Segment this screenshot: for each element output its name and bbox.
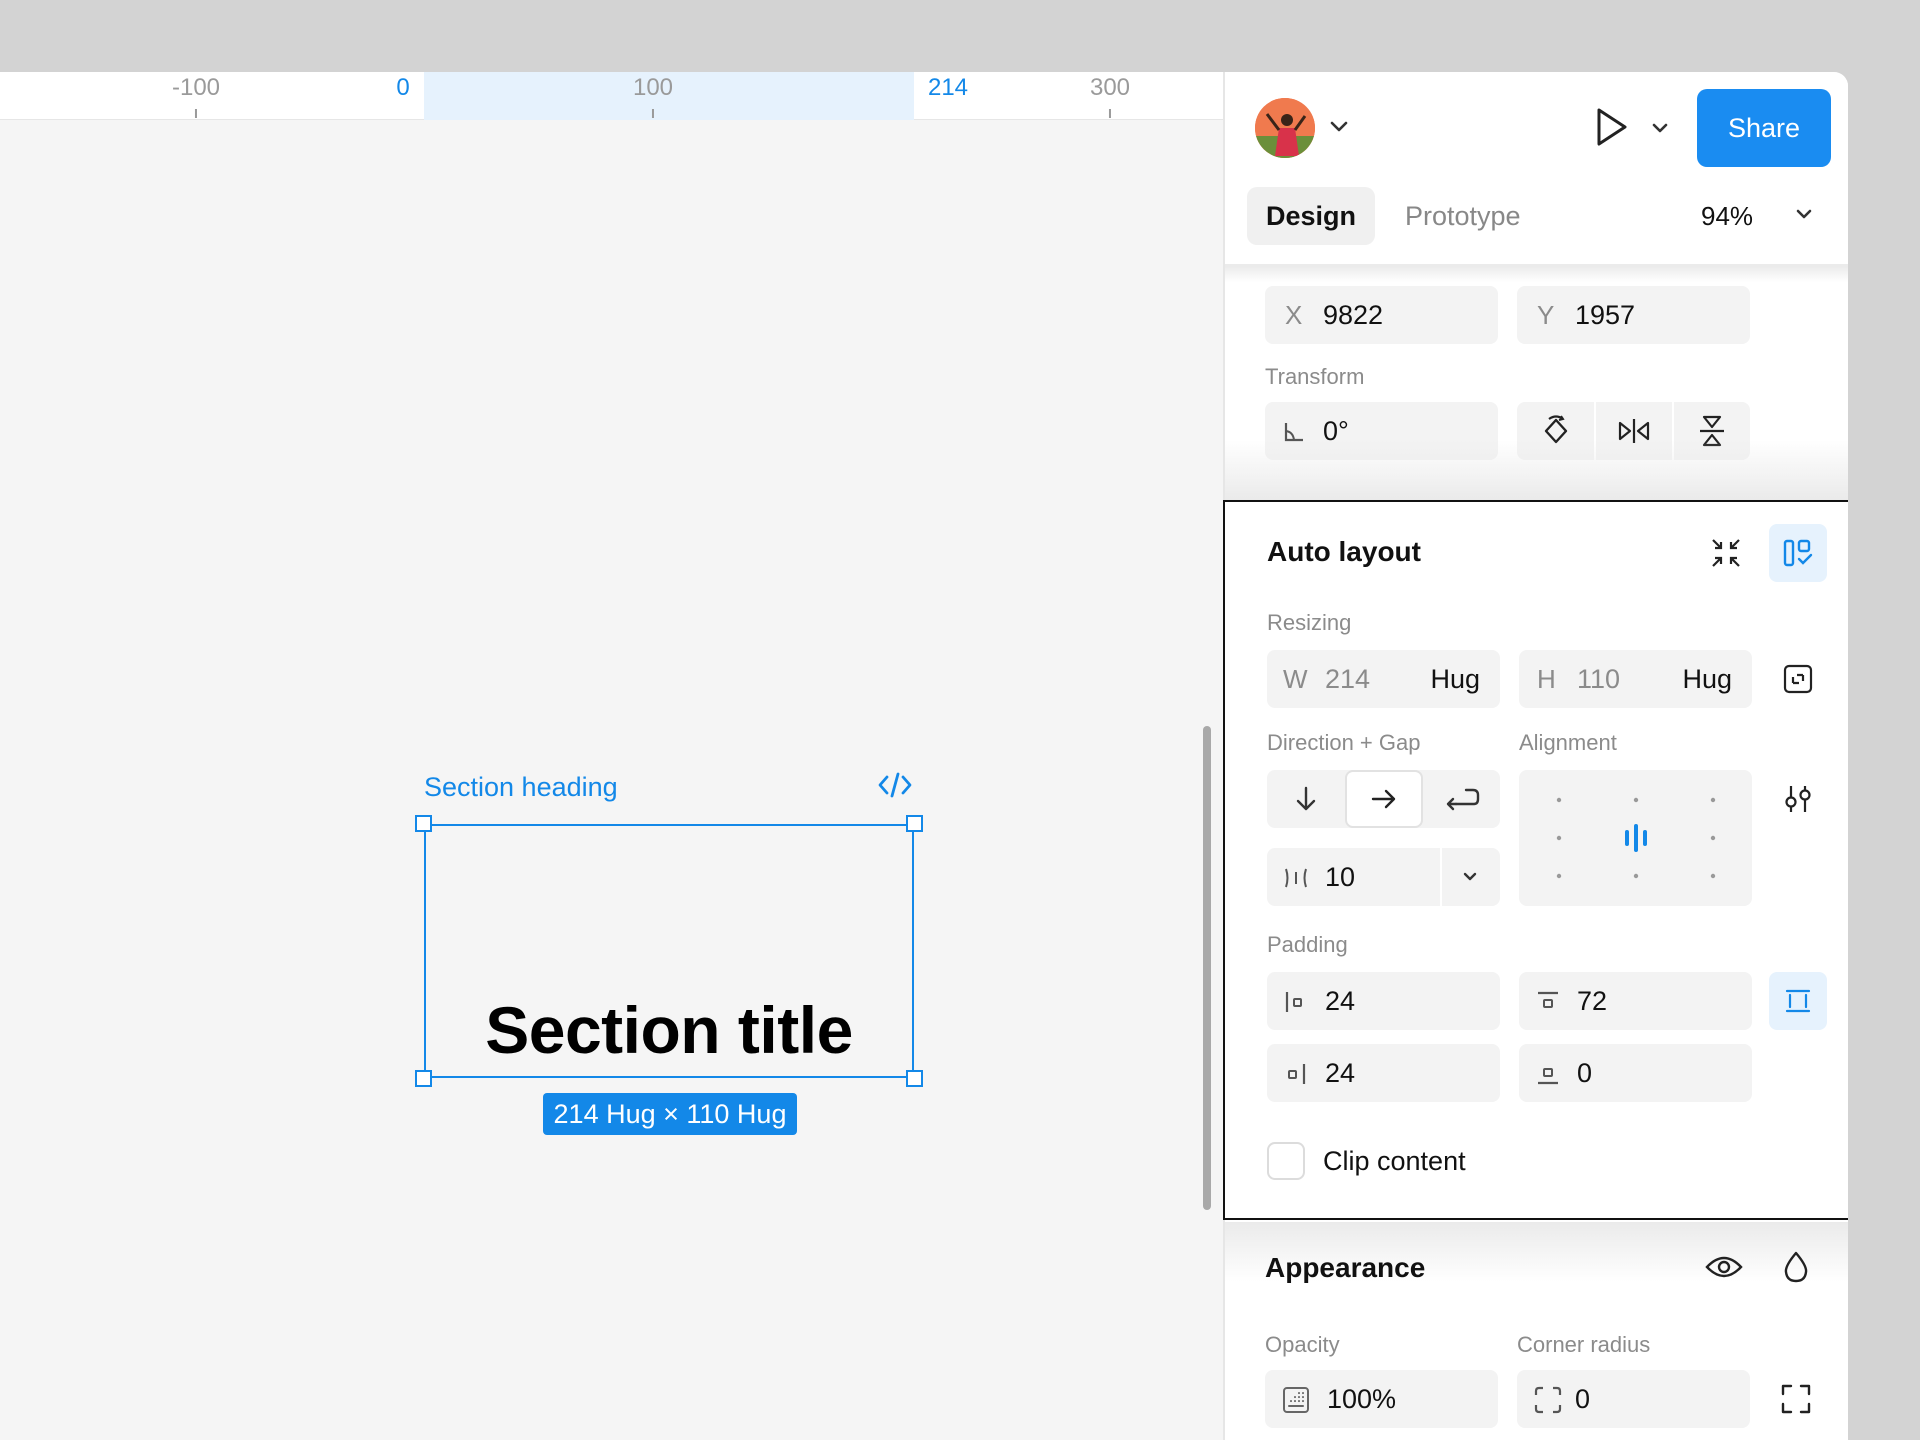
tab-prototype[interactable]: Prototype [1405,187,1521,245]
position-y-field[interactable]: Y 1957 [1517,286,1750,344]
corner-radius-label: Corner radius [1517,1332,1651,1357]
ruler-tick: 214 [927,74,969,101]
design-canvas[interactable]: -100 0 100 214 300 Section heading Secti… [0,72,1224,1440]
alignment-label: Alignment [1519,730,1617,755]
padding-sides-icon [1785,989,1811,1013]
padding-right-icon [1288,1064,1306,1084]
vertical-scrollbar[interactable] [1203,726,1211,1210]
ruler-tick: 100 [633,72,673,120]
user-avatar[interactable] [1255,98,1315,158]
drop-icon [1784,1251,1808,1283]
section-fade [1225,440,1848,500]
resize-icon [1783,664,1813,694]
corners-icon [1781,1384,1811,1414]
layout-check-icon [1783,539,1813,567]
gap-field[interactable]: 10 [1267,848,1500,906]
padding-top-icon [1538,991,1558,1008]
auto-layout-suggestion-button[interactable] [1769,524,1827,582]
clip-content-checkbox[interactable] [1267,1142,1305,1180]
clip-content-label[interactable]: Clip content [1323,1144,1466,1178]
resize-handle-bottom-right[interactable] [906,1070,923,1087]
height-mode[interactable]: Hug [1682,650,1732,708]
code-icon[interactable] [878,770,912,800]
gap-chevron-down-icon[interactable] [1461,871,1479,883]
chevron-down-icon[interactable] [1651,122,1669,134]
advanced-layout-settings-button[interactable] [1769,770,1827,828]
wrap-icon [1446,788,1480,811]
padding-bottom-field[interactable]: 0 [1519,1044,1752,1102]
zoom-chevron-down-icon[interactable] [1795,208,1813,220]
blend-mode-button[interactable] [1767,1238,1825,1296]
padding-right-field[interactable]: 24 [1267,1044,1500,1102]
auto-layout-title: Auto layout [1267,536,1421,567]
resize-handle-top-right[interactable] [906,815,923,832]
direction-wrap-button[interactable] [1423,770,1501,828]
play-icon[interactable] [1592,106,1630,148]
collapse-icon [1712,539,1740,567]
ruler-tick: -100 [172,72,220,120]
height-field[interactable]: H 110 Hug [1519,650,1752,708]
selection-name-label[interactable]: Section heading [424,772,618,803]
resize-to-fit-button[interactable] [1769,650,1827,708]
width-mode[interactable]: Hug [1430,650,1480,708]
ruler-tick: 0 [396,74,410,101]
chevron-down-icon[interactable] [1329,120,1349,134]
position-x-field[interactable]: X 9822 [1265,286,1498,344]
appearance-title: Appearance [1265,1252,1426,1283]
transform-label: Transform [1265,364,1365,389]
opacity-field[interactable]: 100% [1265,1370,1498,1428]
direction-vertical-button[interactable] [1267,770,1345,828]
opacity-icon [1283,1387,1309,1413]
corner-radius-icon [1534,1386,1562,1414]
alignment-grid-icon [1556,797,1716,879]
arrow-right-icon [1371,789,1396,809]
auto-layout-section: Auto layout Resizing W 214 Hug H 110 Hug… [1223,500,1848,1220]
avatar-image [1255,98,1315,158]
arrow-down-icon [1296,786,1316,811]
resizing-label: Resizing [1267,610,1352,635]
width-field[interactable]: W 214 Hug [1267,650,1500,708]
collapse-button[interactable] [1697,524,1755,582]
padding-left-icon [1285,992,1302,1012]
padding-left-field[interactable]: 24 [1267,972,1500,1030]
direction-horizontal-button[interactable] [1345,770,1423,828]
tab-design[interactable]: Design [1247,187,1375,245]
direction-gap-label: Direction + Gap [1267,730,1421,755]
horizontal-ruler: -100 0 100 214 300 [0,72,1224,120]
padding-bottom-icon [1538,1068,1558,1085]
share-button[interactable]: Share [1697,89,1831,167]
frame-title-text[interactable]: Section title [426,992,912,1068]
gap-icon [1285,868,1307,888]
ruler-tick: 300 [1090,72,1130,120]
sliders-icon [1785,786,1811,812]
resize-handle-bottom-left[interactable] [415,1070,432,1087]
direction-control [1267,770,1500,828]
eye-icon [1705,1256,1743,1278]
padding-label: Padding [1267,932,1348,957]
scroll-fade [1225,266,1848,282]
opacity-label: Opacity [1265,1332,1340,1357]
alignment-grid[interactable] [1519,770,1752,906]
app-window: -100 0 100 214 300 Section heading Secti… [0,72,1848,1440]
resize-handle-top-left[interactable] [415,815,432,832]
visibility-toggle[interactable] [1695,1238,1753,1296]
padding-top-field[interactable]: 72 [1519,972,1752,1030]
individual-padding-button[interactable] [1769,972,1827,1030]
corner-radius-field[interactable]: 0 [1517,1370,1750,1428]
properties-panel: Share Design Prototype 94% X 9822 Y 1957… [1223,72,1848,1440]
zoom-level[interactable]: 94% [1701,187,1753,245]
size-badge: 214 Hug × 110 Hug [543,1093,797,1135]
selected-frame[interactable]: Section title [415,815,923,1087]
individual-corners-button[interactable] [1767,1370,1825,1428]
